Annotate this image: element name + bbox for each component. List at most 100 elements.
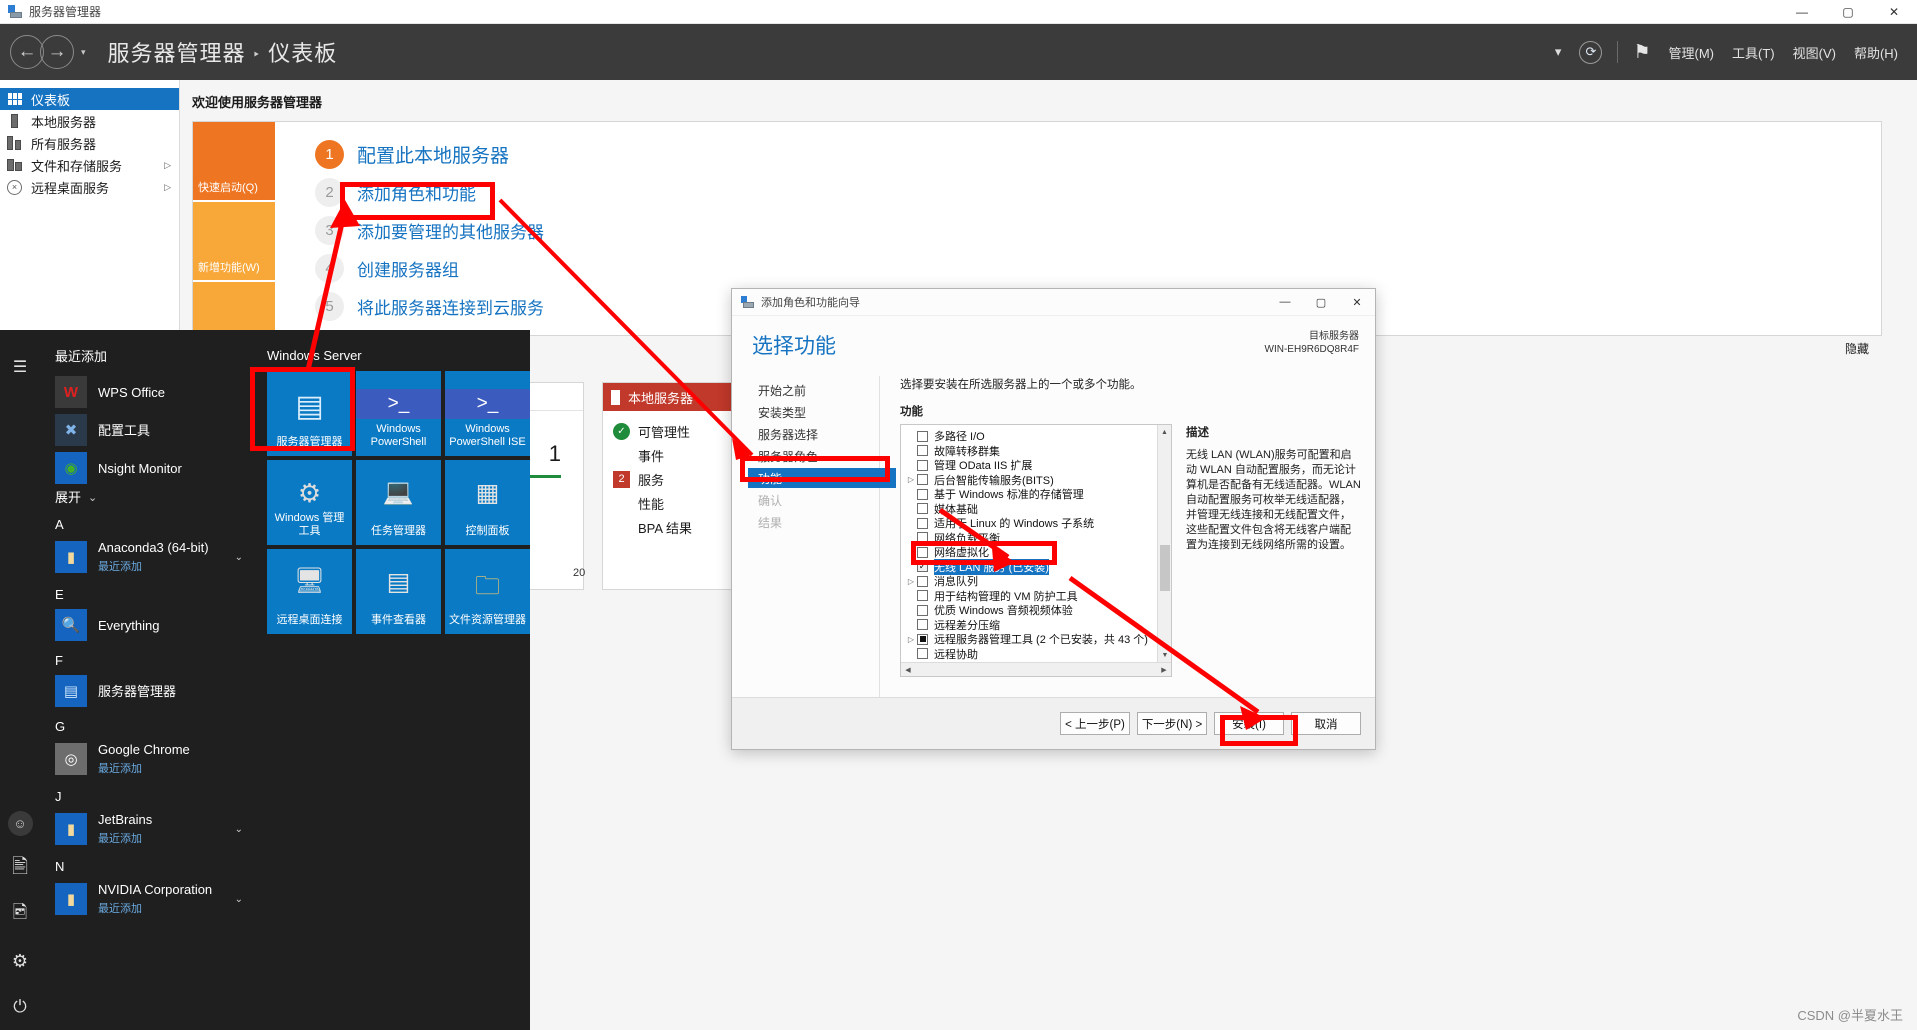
checkbox[interactable] bbox=[917, 575, 928, 587]
previous-button[interactable]: < 上一步(P) bbox=[1060, 712, 1130, 735]
welcome-step-4[interactable]: 4 创建服务器组 bbox=[315, 254, 544, 283]
checkbox[interactable] bbox=[917, 445, 928, 457]
step-label[interactable]: 创建服务器组 bbox=[357, 256, 459, 281]
sidebar-item-dashboard[interactable]: 仪表板 bbox=[0, 88, 179, 110]
pictures-icon[interactable]: 🖻 bbox=[0, 892, 40, 938]
sidebar-item-all-servers[interactable]: 所有服务器 bbox=[0, 132, 179, 154]
tile-server-manager[interactable]: ▤ 服务器管理器 bbox=[267, 371, 352, 456]
install-button[interactable]: 安装(I) bbox=[1214, 712, 1284, 735]
features-vertical-scrollbar[interactable]: ▲ ▼ bbox=[1157, 425, 1171, 676]
menu-view[interactable]: 视图(V) bbox=[1793, 43, 1836, 62]
tile-group-title[interactable]: Windows Server bbox=[267, 348, 530, 363]
list-item[interactable]: 优质 Windows 音频视频体验 bbox=[905, 603, 1171, 618]
list-item[interactable]: ◉ Nsight Monitor bbox=[40, 449, 253, 487]
tile-task-manager[interactable]: 💻 任务管理器 bbox=[356, 460, 441, 545]
settings-gear-icon[interactable]: ⚙ bbox=[0, 938, 40, 984]
minimize-button[interactable]: — bbox=[1779, 0, 1825, 24]
alpha-header[interactable]: E bbox=[40, 578, 253, 606]
tile-remote-desktop-connection[interactable]: 🖥 远程桌面连接 bbox=[267, 549, 352, 634]
alpha-header[interactable]: F bbox=[40, 644, 253, 672]
documents-icon[interactable]: 🖹 bbox=[0, 846, 40, 892]
sidebar-item-remote-desktop-services[interactable]: × 远程桌面服务 ▷ bbox=[0, 176, 179, 198]
list-item[interactable]: ◎ Google Chrome 最近添加 bbox=[40, 738, 253, 780]
checkbox[interactable] bbox=[917, 590, 928, 602]
checkbox[interactable] bbox=[917, 503, 928, 515]
tile-windows-powershell[interactable]: >_ Windows PowerShell bbox=[356, 371, 441, 456]
tile-windows-powershell-ise[interactable]: >_ Windows PowerShell ISE bbox=[445, 371, 530, 456]
checkbox-checked[interactable]: ✓ bbox=[917, 561, 928, 573]
scroll-right-icon[interactable]: ▶ bbox=[1157, 663, 1171, 676]
checkbox-partial[interactable] bbox=[917, 633, 928, 645]
sidebar-item-file-storage-services[interactable]: 文件和存储服务 ▷ bbox=[0, 154, 179, 176]
list-item[interactable]: ▷ 消息队列 bbox=[905, 574, 1171, 589]
alpha-header[interactable]: J bbox=[40, 780, 253, 808]
tile-control-panel[interactable]: ▦ 控制面板 bbox=[445, 460, 530, 545]
chevron-down-icon[interactable]: ⌄ bbox=[235, 894, 243, 905]
list-item[interactable]: 管理 OData IIS 扩展 bbox=[905, 458, 1171, 473]
wizard-maximize-button[interactable]: ▢ bbox=[1303, 289, 1339, 316]
checkbox[interactable] bbox=[917, 474, 928, 486]
step-label[interactable]: 添加要管理的其他服务器 bbox=[357, 218, 544, 243]
welcome-step-2[interactable]: 2 添加角色和功能 bbox=[315, 178, 544, 207]
whats-new-tile[interactable]: 新增功能(W) bbox=[193, 202, 275, 280]
features-horizontal-scrollbar[interactable]: ◀ ▶ bbox=[901, 662, 1171, 676]
wizard-minimize-button[interactable]: — bbox=[1267, 289, 1303, 316]
notification-flag-icon[interactable]: ⚑ bbox=[1633, 41, 1650, 64]
checkbox[interactable] bbox=[917, 517, 928, 529]
welcome-step-3[interactable]: 3 添加要管理的其他服务器 bbox=[315, 216, 544, 245]
menu-help[interactable]: 帮助(H) bbox=[1854, 43, 1898, 62]
wizard-step-server-selection[interactable]: 服务器选择 bbox=[752, 424, 879, 444]
chevron-down-icon[interactable]: ⌄ bbox=[235, 552, 243, 563]
back-button[interactable]: ← bbox=[10, 35, 44, 69]
checkbox[interactable] bbox=[917, 488, 928, 500]
list-item[interactable]: ▷ 后台智能传输服务(BITS) bbox=[905, 473, 1171, 488]
expander-icon[interactable]: ▷ bbox=[905, 635, 917, 644]
menu-tools[interactable]: 工具(T) bbox=[1732, 43, 1775, 62]
start-menu-app-list[interactable]: 最近添加 W WPS Office ✖ 配置工具 ◉ Nsight Monito… bbox=[40, 330, 253, 1030]
refresh-button[interactable]: ⟳ bbox=[1579, 40, 1603, 64]
tile-windows-admin-tools[interactable]: ⚙ Windows 管理工具 bbox=[267, 460, 352, 545]
list-item[interactable]: 适用于 Linux 的 Windows 子系统 bbox=[905, 516, 1171, 531]
expand-row[interactable]: 展开 ⌄ bbox=[40, 487, 253, 508]
list-item[interactable]: 网络负载平衡 bbox=[905, 531, 1171, 546]
checkbox[interactable] bbox=[917, 459, 928, 471]
checkbox[interactable] bbox=[917, 430, 928, 442]
history-dropdown-icon[interactable]: ▾ bbox=[81, 47, 86, 58]
list-item[interactable]: ▮ JetBrains 最近添加 ⌄ bbox=[40, 808, 253, 850]
alpha-header[interactable]: A bbox=[40, 508, 253, 536]
wizard-step-features[interactable]: 功能 bbox=[748, 468, 896, 488]
expander-icon[interactable]: ▷ bbox=[905, 475, 917, 484]
checkbox[interactable] bbox=[917, 532, 928, 544]
welcome-step-5[interactable]: 5 将此服务器连接到云服务 bbox=[315, 292, 544, 321]
alpha-header[interactable]: N bbox=[40, 850, 253, 878]
list-item[interactable]: 网络虚拟化 bbox=[905, 545, 1171, 560]
user-account-icon[interactable]: ☺ bbox=[0, 800, 40, 846]
power-icon[interactable]: ⏻ bbox=[0, 984, 40, 1030]
cancel-button[interactable]: 取消 bbox=[1291, 712, 1361, 735]
scroll-up-icon[interactable]: ▲ bbox=[1158, 425, 1171, 439]
checkbox[interactable] bbox=[917, 604, 928, 616]
list-item[interactable]: 媒体基础 bbox=[905, 502, 1171, 517]
chevron-down-icon[interactable]: ⌄ bbox=[235, 824, 243, 835]
checkbox[interactable] bbox=[917, 619, 928, 631]
list-item[interactable]: 🔍 Everything bbox=[40, 606, 253, 644]
step-label[interactable]: 配置此本地服务器 bbox=[357, 141, 509, 168]
checkbox[interactable] bbox=[917, 648, 928, 660]
forward-button[interactable]: → bbox=[40, 35, 74, 69]
notifications-caret-icon[interactable]: ▾ bbox=[1555, 44, 1562, 60]
hamburger-icon[interactable]: ☰ bbox=[0, 344, 40, 390]
wizard-step-before-you-begin[interactable]: 开始之前 bbox=[752, 380, 879, 400]
list-item[interactable]: 基于 Windows 标准的存储管理 bbox=[905, 487, 1171, 502]
scrollbar-thumb[interactable] bbox=[1160, 545, 1170, 591]
tile-file-explorer[interactable]: 🗀 文件资源管理器 bbox=[445, 549, 530, 634]
checkbox[interactable] bbox=[917, 546, 928, 558]
scroll-left-icon[interactable]: ◀ bbox=[901, 663, 915, 676]
wizard-step-server-roles[interactable]: 服务器角色 bbox=[752, 446, 879, 466]
list-item[interactable]: ▤ 服务器管理器 bbox=[40, 672, 253, 710]
hide-link[interactable]: 隐藏 bbox=[1845, 340, 1869, 357]
next-button[interactable]: 下一步(N) > bbox=[1137, 712, 1207, 735]
sidebar-item-local-server[interactable]: 本地服务器 bbox=[0, 110, 179, 132]
list-item[interactable]: 远程差分压缩 bbox=[905, 618, 1171, 633]
list-item[interactable]: ▮ NVIDIA Corporation 最近添加 ⌄ bbox=[40, 878, 253, 920]
chevron-right-icon[interactable]: ▷ bbox=[164, 160, 171, 171]
